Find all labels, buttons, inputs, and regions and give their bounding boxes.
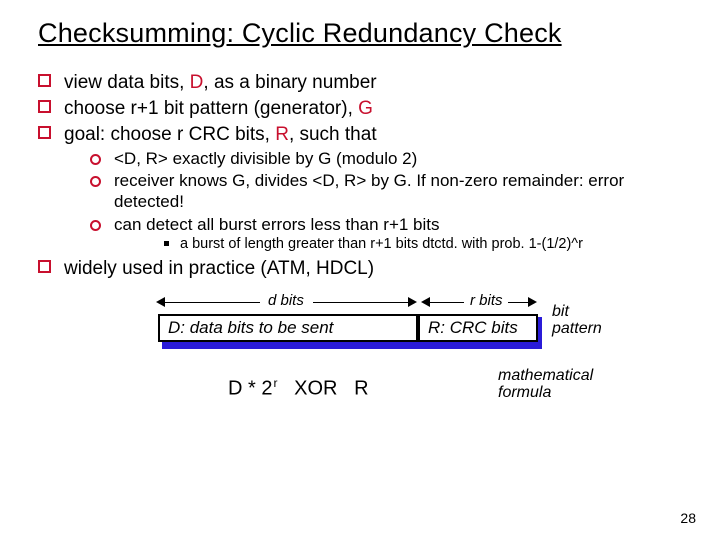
crc-bits-box: R: CRC bits <box>418 314 538 342</box>
bullet-item: widely used in practice (ATM, HDCL) <box>38 257 686 280</box>
arrow-line <box>165 302 260 303</box>
math-formula-label: mathematical formula <box>498 368 593 402</box>
bullet-item: can detect all burst errors less than r+… <box>90 215 686 254</box>
bullet-item: receiver knows G, divides <D, R> by G. I… <box>90 171 686 212</box>
text-line: pattern <box>552 320 602 337</box>
text-var-G: G <box>358 98 373 119</box>
r-bits-label: r bits <box>470 292 503 309</box>
bullet-list-level1: view data bits, D, as a binary number ch… <box>38 71 686 280</box>
slide: Checksumming: Cyclic Redundancy Check vi… <box>0 0 720 540</box>
bit-pattern-label: bit pattern <box>552 304 602 338</box>
bullet-list-level3: a burst of length greater than r+1 bits … <box>114 235 686 253</box>
square-bullet-icon <box>38 126 51 139</box>
circle-bullet-icon <box>90 154 101 165</box>
bullet-item: view data bits, D, as a binary number <box>38 71 686 94</box>
text-line: formula <box>498 384 551 401</box>
text-line: bit <box>552 303 569 320</box>
formula-row: D * 2r XOR R mathematical formula <box>158 372 598 412</box>
text-var-D: D <box>190 72 204 93</box>
text-line: can detect all burst errors less than r+… <box>114 215 440 234</box>
text-fragment: , such that <box>289 124 377 145</box>
page-number: 28 <box>680 510 696 526</box>
square-bullet-icon <box>38 260 51 273</box>
bullet-item: goal: choose r CRC bits, R, such that <D… <box>38 123 686 253</box>
arrow-line <box>430 302 464 303</box>
text-line: widely used in practice (ATM, HDCL) <box>64 258 374 279</box>
circle-bullet-icon <box>90 176 101 187</box>
square-bullet-icon <box>38 74 51 87</box>
text-var-R: R <box>275 124 289 145</box>
arrowhead-left-icon <box>156 297 165 307</box>
arrow-line <box>508 302 528 303</box>
arrow-row: d bits r bits <box>158 292 598 314</box>
square-dot-icon <box>164 241 169 246</box>
bit-box-row: D: data bits to be sent R: CRC bits bit … <box>158 314 598 348</box>
circle-bullet-icon <box>90 220 101 231</box>
arrow-line <box>313 302 408 303</box>
bullet-item: choose r+1 bit pattern (generator), G <box>38 97 686 120</box>
text-line: receiver knows G, divides <D, R> by G. I… <box>114 171 624 211</box>
text-line: <D, R> exactly divisible by G (modulo 2) <box>114 149 417 168</box>
bullet-item: a burst of length greater than r+1 bits … <box>164 235 686 253</box>
bullet-item: <D, R> exactly divisible by G (modulo 2) <box>90 149 686 170</box>
bullet-list-level2: <D, R> exactly divisible by G (modulo 2)… <box>64 149 686 254</box>
square-bullet-icon <box>38 100 51 113</box>
text-fragment: choose r+1 bit pattern (generator), <box>64 98 358 119</box>
text-line: a burst of length greater than r+1 bits … <box>180 236 583 252</box>
slide-title: Checksumming: Cyclic Redundancy Check <box>38 18 686 49</box>
text-line: mathematical <box>498 367 593 384</box>
formula-xor-part: XOR R <box>277 377 368 399</box>
data-bits-box: D: data bits to be sent <box>158 314 418 342</box>
d-bits-label: d bits <box>268 292 304 309</box>
crc-diagram: d bits r bits D: data bits to be sent R:… <box>158 292 598 412</box>
formula-d-part: D * 2 <box>228 377 272 399</box>
arrowhead-right-icon <box>408 297 417 307</box>
text-fragment: , as a binary number <box>203 72 376 93</box>
arrowhead-left-icon <box>421 297 430 307</box>
text-fragment: view data bits, <box>64 72 190 93</box>
arrowhead-right-icon <box>528 297 537 307</box>
formula-expression: D * 2r XOR R <box>228 376 369 401</box>
text-fragment: goal: choose r CRC bits, <box>64 124 275 145</box>
